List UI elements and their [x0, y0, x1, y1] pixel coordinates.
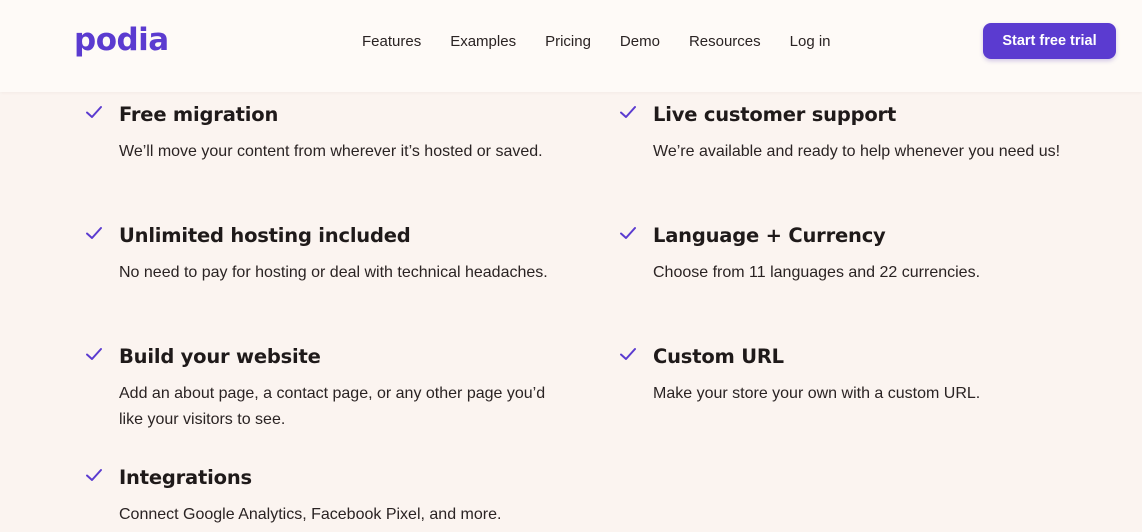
feature-title: Language + Currency — [653, 224, 886, 247]
start-free-trial-button[interactable]: Start free trial — [983, 23, 1116, 59]
nav-item-features[interactable]: Features — [362, 31, 421, 53]
feature-description: Connect Google Analytics, Facebook Pixel… — [119, 506, 502, 523]
feature-item-live-support: Live customer support We’re available an… — [620, 101, 1073, 165]
feature-title: Unlimited hosting included — [119, 224, 411, 247]
check-icon — [620, 348, 636, 360]
features-grid: Free migration We’ll move your content f… — [0, 92, 1142, 532]
nav-item-examples[interactable]: Examples — [450, 31, 516, 53]
feature-title: Free migration — [119, 103, 279, 126]
check-icon — [86, 469, 102, 481]
feature-description: Choose from 11 languages and 22 currenci… — [653, 264, 981, 281]
check-icon — [620, 227, 636, 239]
feature-title: Integrations — [119, 466, 252, 489]
feature-title: Live customer support — [653, 103, 897, 126]
feature-description: Add an about page, a contact page, or an… — [119, 385, 546, 428]
podia-logo[interactable]: podia — [74, 18, 169, 62]
feature-item-build-website: Build your website Add an about page, a … — [86, 343, 569, 433]
feature-description: No need to pay for hosting or deal with … — [119, 264, 548, 281]
feature-item-unlimited-hosting: Unlimited hosting included No need to pa… — [86, 222, 569, 286]
nav-item-login[interactable]: Log in — [790, 31, 831, 53]
check-icon — [620, 106, 636, 118]
feature-item-custom-url: Custom URL Make your store your own with… — [620, 343, 1073, 407]
nav-item-resources[interactable]: Resources — [689, 31, 761, 53]
main-nav: Features Examples Pricing Demo Resources… — [362, 31, 831, 53]
site-header: podia Features Examples Pricing Demo Res… — [0, 0, 1142, 92]
feature-item-free-migration: Free migration We’ll move your content f… — [86, 101, 569, 165]
feature-item-language-currency: Language + Currency Choose from 11 langu… — [620, 222, 1073, 286]
feature-title: Build your website — [119, 345, 321, 368]
feature-description: Make your store your own with a custom U… — [653, 385, 981, 402]
check-icon — [86, 106, 102, 118]
check-icon — [86, 348, 102, 360]
feature-description: We’ll move your content from wherever it… — [119, 143, 543, 160]
nav-item-pricing[interactable]: Pricing — [545, 31, 591, 53]
feature-title: Custom URL — [653, 345, 784, 368]
feature-item-integrations: Integrations Connect Google Analytics, F… — [86, 464, 569, 528]
feature-description: We’re available and ready to help whenev… — [653, 143, 1061, 160]
nav-item-demo[interactable]: Demo — [620, 31, 660, 53]
check-icon — [86, 227, 102, 239]
